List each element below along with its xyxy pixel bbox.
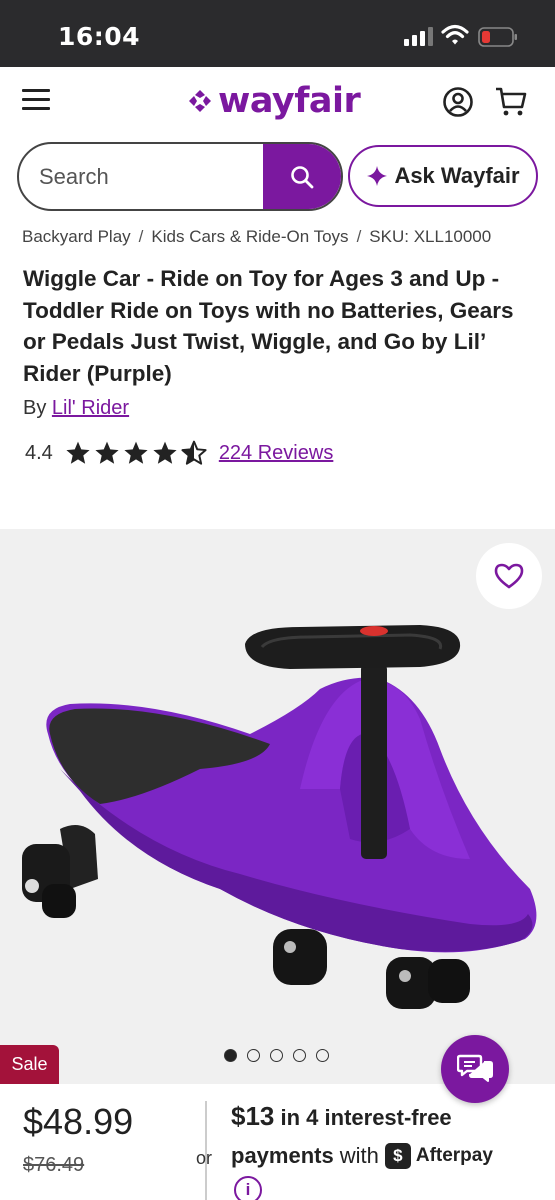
status-bar: 16:04 bbox=[0, 0, 555, 67]
afterpay-brand: Afterpay bbox=[415, 1145, 493, 1166]
by-label: By bbox=[23, 397, 47, 419]
wayfair-pinwheel-icon bbox=[189, 90, 211, 112]
star-full-icon bbox=[66, 441, 90, 464]
reviews-link[interactable]: 224 Reviews bbox=[219, 442, 334, 465]
search-bar bbox=[17, 142, 343, 211]
breadcrumb-backyard-play[interactable]: Backyard Play bbox=[22, 227, 131, 247]
afterpay-payments-line: payments with $ Afterpay bbox=[231, 1143, 493, 1169]
top-header: wayfair bbox=[0, 67, 555, 137]
afterpay-with-label: with bbox=[339, 1143, 379, 1168]
afterpay-dollar-icon: $ bbox=[384, 1143, 411, 1169]
sale-price: $48.99 bbox=[23, 1101, 134, 1142]
star-half-icon bbox=[181, 440, 207, 465]
search-icon bbox=[291, 165, 314, 188]
brand-line: By Lil' Rider bbox=[23, 397, 129, 420]
wifi-icon bbox=[441, 24, 469, 45]
logo-text: wayfair bbox=[218, 81, 361, 121]
wayfair-logo[interactable]: wayfair bbox=[186, 81, 361, 121]
status-time: 16:04 bbox=[58, 22, 141, 51]
cellular-signal-icon bbox=[404, 27, 433, 46]
afterpay-interest-free: in 4 interest-free bbox=[274, 1105, 452, 1130]
star-full-icon bbox=[95, 441, 119, 464]
rating-row: 4.4 224 Reviews bbox=[25, 438, 333, 468]
battery-low-icon bbox=[478, 27, 517, 47]
sparkle-icon bbox=[367, 166, 388, 186]
star-rating bbox=[65, 440, 207, 466]
account-icon[interactable] bbox=[442, 86, 474, 118]
ask-wayfair-button[interactable]: Ask Wayfair bbox=[348, 145, 538, 207]
chat-button[interactable] bbox=[441, 1035, 509, 1103]
star-full-icon bbox=[124, 441, 148, 464]
afterpay-payments-label: payments bbox=[231, 1143, 334, 1168]
or-label: or bbox=[196, 1148, 213, 1168]
search-input[interactable] bbox=[39, 144, 279, 209]
star-full-icon bbox=[153, 441, 177, 464]
breadcrumb-separator: / bbox=[138, 227, 144, 246]
breadcrumb: Backyard Play / Kids Cars & Ride-On Toys… bbox=[22, 227, 542, 247]
info-icon[interactable]: i bbox=[234, 1176, 262, 1200]
chat-bubbles-icon bbox=[457, 1054, 493, 1082]
carousel-dot-1[interactable] bbox=[224, 1049, 237, 1062]
carousel-dot-2[interactable] bbox=[247, 1049, 260, 1062]
afterpay-installment-line: $13 in 4 interest-free bbox=[231, 1101, 452, 1132]
cart-icon[interactable] bbox=[494, 86, 528, 118]
original-price: $76.49 bbox=[23, 1154, 85, 1176]
breadcrumb-separator: / bbox=[356, 227, 362, 246]
wiggle-car-product-image bbox=[22, 625, 537, 1009]
breadcrumb-sku: SKU: XLL10000 bbox=[369, 227, 492, 246]
hamburger-menu-icon[interactable] bbox=[22, 89, 50, 113]
breadcrumb-kids-cars[interactable]: Kids Cars & Ride-On Toys bbox=[151, 227, 348, 247]
sale-badge: Sale bbox=[0, 1045, 59, 1084]
afterpay-amount: $13 bbox=[231, 1101, 275, 1131]
afterpay-logo: $ Afterpay bbox=[384, 1143, 493, 1169]
carousel-dot-4[interactable] bbox=[293, 1049, 306, 1062]
ask-wayfair-label: Ask Wayfair bbox=[394, 163, 520, 188]
search-button[interactable] bbox=[263, 144, 341, 209]
heart-icon bbox=[494, 563, 524, 589]
rating-value: 4.4 bbox=[25, 441, 53, 464]
carousel-dot-3[interactable] bbox=[270, 1049, 283, 1062]
brand-link[interactable]: Lil' Rider bbox=[52, 397, 129, 419]
product-title: Wiggle Car - Ride on Toy for Ages 3 and … bbox=[23, 266, 514, 386]
favorite-button[interactable] bbox=[476, 543, 542, 609]
carousel-dot-5[interactable] bbox=[316, 1049, 329, 1062]
carousel-dots bbox=[224, 1049, 329, 1062]
